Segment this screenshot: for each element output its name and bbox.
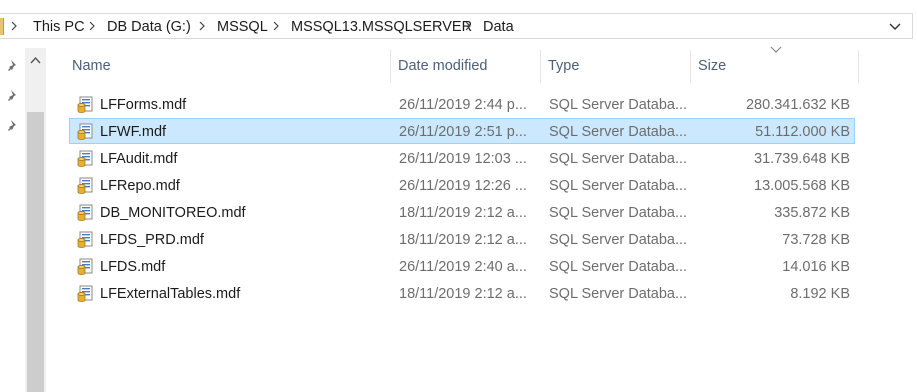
address-history-dropdown[interactable] <box>888 16 906 36</box>
sql-database-file-icon <box>77 204 93 221</box>
sql-database-file-icon <box>77 177 93 194</box>
breadcrumb-this-pc[interactable]: This PC <box>33 17 85 37</box>
file-row[interactable]: LFForms.mdf 26/11/2019 2:44 p... SQL Ser… <box>69 91 855 117</box>
file-name: LFDS.mdf <box>100 259 166 275</box>
pin-icon[interactable] <box>6 118 20 132</box>
breadcrumb-mssql[interactable]: MSSQL <box>217 17 268 37</box>
file-type: SQL Server Databa... <box>549 259 688 275</box>
file-type: SQL Server Databa... <box>549 205 688 221</box>
chevron-right-icon[interactable] <box>11 17 17 37</box>
file-type: SQL Server Databa... <box>549 124 688 140</box>
file-row[interactable]: LFExternalTables.mdf 18/11/2019 2:12 a..… <box>69 280 855 306</box>
file-size: 8.192 KB <box>790 286 850 302</box>
pin-icon[interactable] <box>6 58 20 72</box>
sql-database-file-icon <box>77 96 93 113</box>
chevron-right-icon[interactable] <box>273 17 279 37</box>
sql-database-file-icon <box>77 258 93 275</box>
column-divider[interactable] <box>690 50 691 83</box>
file-date-modified: 18/11/2019 2:12 a... <box>399 205 527 221</box>
file-size: 51.112.000 KB <box>755 124 850 140</box>
scroll-up-button[interactable] <box>25 48 46 72</box>
file-row[interactable]: DB_MONITOREO.mdf 18/11/2019 2:12 a... SQ… <box>69 199 855 225</box>
file-date-modified: 18/11/2019 2:12 a... <box>399 232 527 248</box>
file-row[interactable]: LFAudit.mdf 26/11/2019 12:03 ... SQL Ser… <box>69 145 855 171</box>
file-size: 280.341.632 KB <box>745 97 850 113</box>
file-row[interactable]: LFRepo.mdf 26/11/2019 12:26 ... SQL Serv… <box>69 172 855 198</box>
chevron-right-icon[interactable] <box>89 17 95 37</box>
file-date-modified: 26/11/2019 2:40 a... <box>399 259 527 275</box>
file-size: 73.728 KB <box>782 232 850 248</box>
column-divider[interactable] <box>858 50 859 83</box>
file-size: 335.872 KB <box>774 205 850 221</box>
column-divider[interactable] <box>390 50 391 83</box>
file-row-selected[interactable]: LFWF.mdf 26/11/2019 2:51 p... SQL Server… <box>69 118 855 144</box>
chevron-right-icon[interactable] <box>465 17 471 37</box>
file-date-modified: 26/11/2019 2:44 p... <box>399 97 527 113</box>
breadcrumb-mssql13[interactable]: MSSQL13.MSSQLSERVER <box>291 17 472 37</box>
chevron-down-icon <box>889 23 901 30</box>
file-name: LFAudit.mdf <box>100 151 178 167</box>
file-date-modified: 18/11/2019 2:12 a... <box>399 286 527 302</box>
file-name: DB_MONITOREO.mdf <box>100 205 246 221</box>
file-date-modified: 26/11/2019 12:26 ... <box>399 178 527 194</box>
file-size: 13.005.568 KB <box>754 178 850 194</box>
file-type: SQL Server Databa... <box>549 151 688 167</box>
file-size: 31.739.648 KB <box>754 151 850 167</box>
nav-scrollbar-thumb[interactable] <box>27 112 44 392</box>
file-type: SQL Server Databa... <box>549 178 688 194</box>
file-name: LFExternalTables.mdf <box>100 286 241 302</box>
column-header-name[interactable]: Name <box>72 49 372 83</box>
file-type: SQL Server Databa... <box>549 286 688 302</box>
file-name: LFWF.mdf <box>100 124 167 140</box>
sql-database-file-icon <box>77 123 93 140</box>
column-header-date-modified[interactable]: Date modified <box>398 49 528 83</box>
breadcrumb-data[interactable]: Data <box>483 17 514 37</box>
sql-database-file-icon <box>77 285 93 302</box>
sql-database-file-icon <box>77 231 93 248</box>
file-date-modified: 26/11/2019 12:03 ... <box>399 151 527 167</box>
column-divider[interactable] <box>540 50 541 83</box>
column-header-type[interactable]: Type <box>548 49 678 83</box>
column-header-size[interactable]: Size <box>698 49 848 83</box>
file-size: 14.016 KB <box>782 259 850 275</box>
sql-database-file-icon <box>77 150 93 167</box>
file-date-modified: 26/11/2019 2:51 p... <box>399 124 527 140</box>
pin-icon[interactable] <box>6 88 20 102</box>
file-type: SQL Server Databa... <box>549 232 688 248</box>
chevron-right-icon[interactable] <box>199 17 205 37</box>
file-type: SQL Server Databa... <box>549 97 688 113</box>
file-name: LFRepo.mdf <box>100 178 180 194</box>
file-name: LFForms.mdf <box>100 97 187 113</box>
breadcrumb-db-data[interactable]: DB Data (G:) <box>107 17 191 37</box>
file-row[interactable]: LFDS_PRD.mdf 18/11/2019 2:12 a... SQL Se… <box>69 226 855 252</box>
chevron-up-icon <box>30 56 41 64</box>
address-bar[interactable]: This PC DB Data (G:) MSSQL MSSQL13.MSSQL… <box>0 13 913 39</box>
folder-icon <box>0 18 4 35</box>
file-name: LFDS_PRD.mdf <box>100 232 204 248</box>
file-row[interactable]: LFDS.mdf 26/11/2019 2:40 a... SQL Server… <box>69 253 855 279</box>
